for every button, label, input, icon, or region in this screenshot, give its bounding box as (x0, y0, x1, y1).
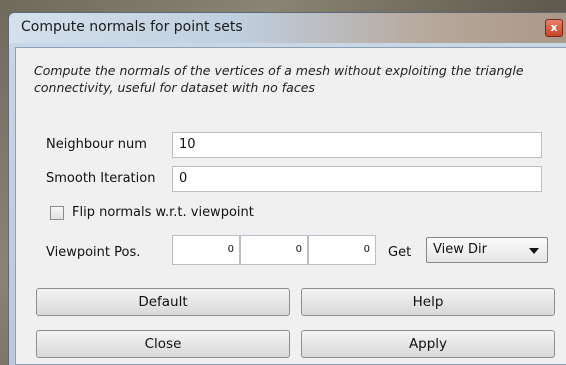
viewpoint-y-input[interactable]: 0 (240, 235, 308, 265)
neighbour-num-input[interactable]: 10 (172, 132, 542, 158)
default-button[interactable]: Default (36, 288, 290, 316)
window-title: Compute normals for point sets (21, 19, 243, 35)
flip-normals-checkbox[interactable] (50, 206, 64, 220)
close-button[interactable]: Close (36, 330, 290, 358)
smooth-iteration-input[interactable]: 0 (172, 166, 542, 192)
title-bar[interactable]: Compute normals for point sets x (9, 13, 566, 43)
dialog-window: Compute normals for point sets x Compute… (8, 12, 566, 365)
chevron-down-icon (529, 248, 539, 254)
view-dir-dropdown[interactable]: View Dir (426, 237, 548, 263)
get-label: Get (388, 245, 412, 260)
close-icon: x (550, 21, 558, 34)
flip-normals-label: Flip normals w.r.t. viewpoint (72, 205, 254, 220)
smooth-iteration-label: Smooth Iteration (46, 171, 156, 186)
viewpoint-pos-label: Viewpoint Pos. (46, 245, 141, 260)
filter-description: Compute the normals of the vertices of a… (34, 63, 524, 95)
apply-button[interactable]: Apply (301, 330, 555, 358)
neighbour-num-label: Neighbour num (46, 137, 147, 152)
view-dir-selected: View Dir (433, 242, 487, 257)
viewpoint-x-input[interactable]: 0 (172, 235, 240, 265)
help-button[interactable]: Help (301, 288, 555, 316)
dialog-body: Compute the normals of the vertices of a… (15, 47, 566, 365)
close-window-button[interactable]: x (545, 19, 563, 37)
viewpoint-z-input[interactable]: 0 (308, 235, 376, 265)
